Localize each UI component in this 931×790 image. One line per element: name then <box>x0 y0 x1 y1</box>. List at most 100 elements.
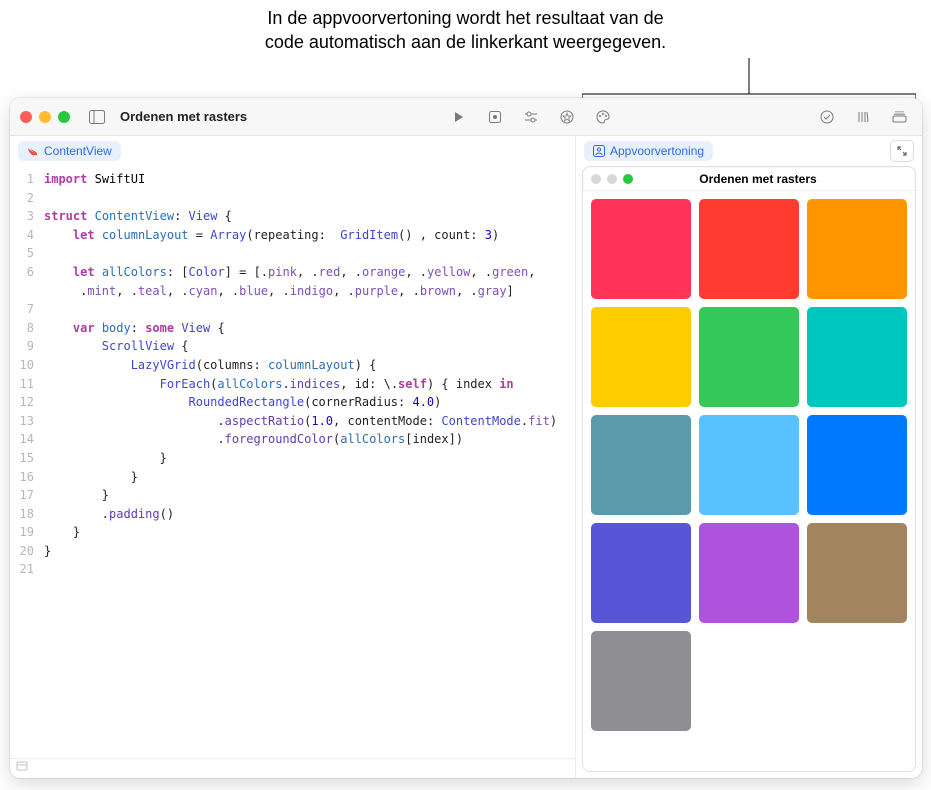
code-line <box>44 189 565 208</box>
color-tile <box>591 631 691 731</box>
code-line: RoundedRectangle(cornerRadius: 4.0) <box>44 393 565 412</box>
code-line: } <box>44 542 565 561</box>
color-tile <box>699 307 799 407</box>
preview-zoom-button[interactable] <box>623 174 633 184</box>
line-number: 10 <box>10 356 34 375</box>
toolbar-right <box>814 106 912 128</box>
line-number: 16 <box>10 468 34 487</box>
color-tile <box>591 199 691 299</box>
palette-button[interactable] <box>590 106 616 128</box>
line-number: 5 <box>10 244 34 263</box>
line-number: 11 <box>10 375 34 394</box>
code-line: } <box>44 523 565 542</box>
preview-window: Ordenen met rasters <box>582 166 916 772</box>
color-tile <box>807 523 907 623</box>
line-number: 13 <box>10 412 34 431</box>
check-button[interactable] <box>814 106 840 128</box>
preview-tab-label: Appvoorvertoning <box>610 144 704 158</box>
window-title: Ordenen met rasters <box>120 109 247 124</box>
line-number: 15 <box>10 449 34 468</box>
code-line: let columnLayout = Array(repeating: Grid… <box>44 226 565 245</box>
color-tile <box>807 307 907 407</box>
swift-icon <box>27 145 39 157</box>
code-line: let allColors: [Color] = [.pink, .red, .… <box>44 263 565 282</box>
preview-window-title: Ordenen met rasters <box>639 172 877 186</box>
preview-pane: Appvoorvertoning Ordenen met rasters <box>576 136 922 778</box>
code-line: import SwiftUI <box>44 170 565 189</box>
app-window: Ordenen met rasters ContentView <box>10 98 922 778</box>
editor-tab-contentview[interactable]: ContentView <box>18 141 121 161</box>
color-tile <box>699 415 799 515</box>
line-number: 1 <box>10 170 34 189</box>
line-gutter: 123456789101112131415161718192021 <box>10 170 44 758</box>
line-number: 18 <box>10 505 34 524</box>
code-line: .foregroundColor(allColors[index]) <box>44 430 565 449</box>
code-line: ScrollView { <box>44 337 565 356</box>
code-line <box>44 560 565 579</box>
color-grid <box>583 191 915 771</box>
preview-window-titlebar: Ordenen met rasters <box>583 167 915 191</box>
settings-sliders-button[interactable] <box>518 106 544 128</box>
line-number: 4 <box>10 226 34 245</box>
color-tile <box>591 415 691 515</box>
line-number: 9 <box>10 337 34 356</box>
line-number: 17 <box>10 486 34 505</box>
code-line: } <box>44 468 565 487</box>
close-window-button[interactable] <box>20 111 32 123</box>
color-tile <box>699 199 799 299</box>
line-number: 7 <box>10 300 34 319</box>
color-tile <box>807 199 907 299</box>
preview-minimize-button[interactable] <box>607 174 617 184</box>
line-number: 19 <box>10 523 34 542</box>
zoom-window-button[interactable] <box>58 111 70 123</box>
line-number: 14 <box>10 430 34 449</box>
expand-preview-button[interactable] <box>890 140 914 162</box>
color-tile <box>699 523 799 623</box>
line-number: 6 <box>10 263 34 282</box>
breadcrumb-icon <box>16 761 28 771</box>
library-button[interactable] <box>850 106 876 128</box>
line-number: 12 <box>10 393 34 412</box>
preview-tab[interactable]: Appvoorvertoning <box>584 141 713 161</box>
line-number: 8 <box>10 319 34 338</box>
code-line: ForEach(allColors.indices, id: \.self) {… <box>44 375 565 394</box>
step-button[interactable] <box>482 106 508 128</box>
line-number: 20 <box>10 542 34 561</box>
color-tile <box>591 307 691 407</box>
color-tile <box>591 523 691 623</box>
star-button[interactable] <box>554 106 580 128</box>
preview-close-button[interactable] <box>591 174 601 184</box>
code-content: import SwiftUI struct ContentView: View … <box>44 170 575 758</box>
stack-button[interactable] <box>886 106 912 128</box>
code-line: } <box>44 449 565 468</box>
code-line <box>44 300 565 319</box>
annotation-line-1: In de appvoorvertoning wordt het resulta… <box>0 6 931 30</box>
line-number <box>10 282 34 301</box>
sidebar-toggle-button[interactable] <box>84 106 110 128</box>
line-number: 2 <box>10 189 34 208</box>
toolbar-center <box>255 106 806 128</box>
run-button[interactable] <box>446 106 472 128</box>
code-line: } <box>44 486 565 505</box>
editor-pane: ContentView 1234567891011121314151617181… <box>10 136 576 778</box>
code-line: .mint, .teal, .cyan, .blue, .indigo, .pu… <box>44 282 565 301</box>
editor-tab-label: ContentView <box>44 144 112 158</box>
code-line <box>44 244 565 263</box>
editor-tab-bar: ContentView <box>10 136 575 166</box>
editor-status-bar <box>10 758 575 778</box>
person-icon <box>593 145 605 157</box>
window-controls <box>20 111 70 123</box>
color-tile <box>807 415 907 515</box>
line-number: 21 <box>10 560 34 579</box>
minimize-window-button[interactable] <box>39 111 51 123</box>
preview-tab-bar: Appvoorvertoning <box>576 136 922 166</box>
code-line: .padding() <box>44 505 565 524</box>
code-editor[interactable]: 123456789101112131415161718192021 import… <box>10 166 575 758</box>
code-line: LazyVGrid(columns: columnLayout) { <box>44 356 565 375</box>
code-line: struct ContentView: View { <box>44 207 565 226</box>
code-line: .aspectRatio(1.0, contentMode: ContentMo… <box>44 412 565 431</box>
annotation-line-2: code automatisch aan de linkerkant weerg… <box>0 30 931 54</box>
annotation-caption: In de appvoorvertoning wordt het resulta… <box>0 6 931 55</box>
titlebar: Ordenen met rasters <box>10 98 922 136</box>
code-line: var body: some View { <box>44 319 565 338</box>
